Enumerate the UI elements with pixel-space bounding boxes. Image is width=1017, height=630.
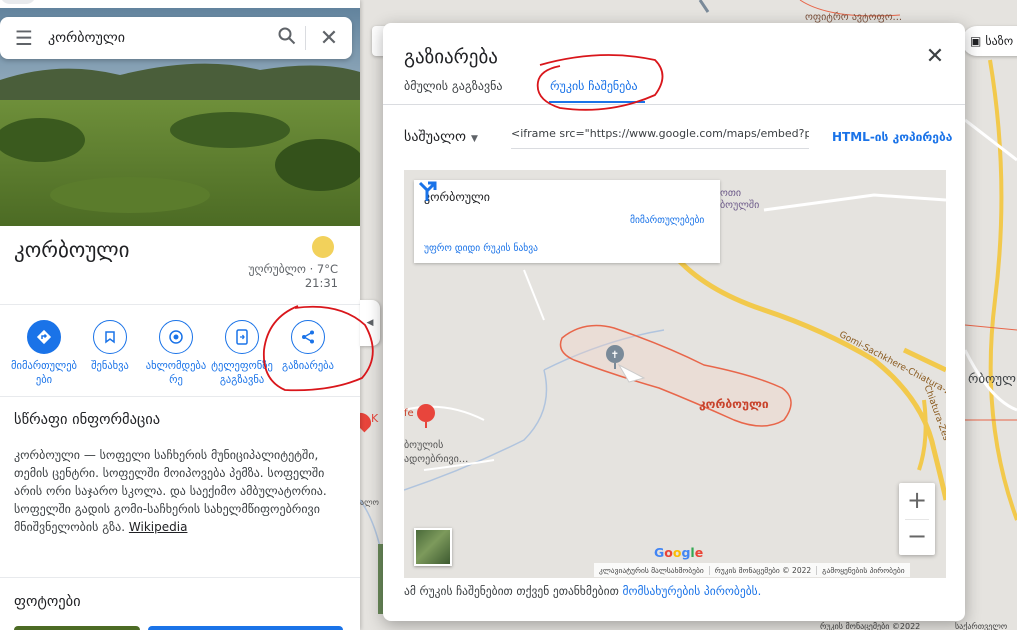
map-size-select[interactable]: საშუალო ▼ bbox=[404, 129, 478, 145]
zoom-in-button[interactable]: + bbox=[899, 483, 935, 519]
send-to-phone-icon bbox=[225, 320, 259, 354]
embed-terms-notice: ამ რუკის ჩაშენებით თქვენ ეთანხმებით მომს… bbox=[404, 584, 761, 598]
divider bbox=[0, 304, 360, 305]
dialog-close-icon[interactable]: ✕ bbox=[921, 43, 949, 71]
dialog-title: გაზიარება bbox=[404, 46, 498, 68]
map-attribution-bg: რუკის მონაცემები ©2022 bbox=[820, 622, 921, 630]
map-label-left: ალო bbox=[360, 498, 379, 507]
close-icon[interactable]: ✕ bbox=[306, 26, 352, 51]
share-label: გაზიარება bbox=[282, 360, 334, 372]
menu-icon[interactable]: ☰ bbox=[0, 26, 48, 50]
chip-label: საზო bbox=[985, 34, 1014, 48]
iframe-code-field[interactable]: <iframe src="https://www.google.com/maps… bbox=[511, 127, 809, 149]
place-description: კორბოული — სოფელი საჩხერის მუნიციპალიტეტ… bbox=[14, 446, 329, 536]
share-dialog: გაზიარება ✕ ბმულის გაგზავნა რუკის ჩაშენე… bbox=[383, 23, 965, 621]
map-area-label: კორბოული bbox=[699, 397, 769, 411]
search-icon[interactable] bbox=[269, 27, 305, 49]
tab-embed-map[interactable]: რუკის ჩაშენება bbox=[550, 79, 638, 93]
caret-down-icon: ▼ bbox=[471, 134, 478, 144]
poi-left-label: fe bbox=[404, 408, 414, 419]
size-select-value: საშუალო bbox=[404, 129, 467, 145]
map-label-top: ოფიტრო ავტოფო... bbox=[805, 12, 903, 23]
photo-strip[interactable] bbox=[14, 626, 140, 630]
weather-line: უღრუბლო · 7°C bbox=[248, 262, 338, 276]
copy-html-button[interactable]: HTML-ის კოპირება bbox=[832, 130, 952, 144]
village-label-left: ბოულის bbox=[404, 440, 444, 451]
nearby-button[interactable]: ახლომდებარე bbox=[142, 320, 210, 387]
save-button[interactable]: შენახვა bbox=[76, 320, 144, 373]
local-time: 21:31 bbox=[304, 276, 338, 290]
poi-letter-bg: K bbox=[371, 412, 379, 425]
village-label-top2: ბოულში bbox=[720, 200, 760, 211]
photos-title: ფოტოები bbox=[14, 594, 81, 610]
tab-send-link[interactable]: ბმულის გაგზავნა bbox=[404, 79, 502, 93]
map-label-right: რბოულ bbox=[968, 372, 1016, 387]
send-to-phone-label: ტელეფონზე გაგზავნა bbox=[211, 360, 273, 386]
collapse-panel-button[interactable]: ◀ bbox=[360, 300, 380, 346]
zoom-out-button[interactable]: − bbox=[899, 519, 935, 555]
divider bbox=[0, 396, 360, 397]
quick-facts-title: სწრაფი ინფორმაცია bbox=[14, 412, 161, 428]
active-tab-indicator bbox=[549, 101, 645, 103]
topbar-strip bbox=[0, 0, 360, 8]
search-box[interactable]: ☰ კორბოული ✕ bbox=[0, 17, 352, 59]
photo-strip[interactable] bbox=[148, 626, 343, 630]
nearby-label: ახლომდებარე bbox=[145, 360, 207, 386]
nearby-icon bbox=[159, 320, 193, 354]
save-label: შენახვა bbox=[91, 360, 129, 372]
top-pill[interactable] bbox=[0, 0, 36, 4]
keyboard-shortcuts-link[interactable]: კლავიატურის მალსახმობები bbox=[594, 565, 710, 575]
terms-link[interactable]: გამოყენების პირობები bbox=[817, 566, 909, 575]
svg-text:✝: ✝ bbox=[611, 350, 619, 361]
tabs-divider bbox=[383, 104, 965, 105]
zoom-controls: + − bbox=[899, 483, 935, 555]
bookmark-icon bbox=[93, 320, 127, 354]
village-label-left2: ადოებრივი... bbox=[404, 454, 469, 465]
directions-icon bbox=[27, 320, 61, 354]
place-title: კორბოული bbox=[14, 238, 130, 262]
map-attribution: კლავიატურის მალსახმობები რუკის მონაცემებ… bbox=[594, 563, 910, 577]
place-panel: ☰ კორბოული ✕ კორბოული უღრუბლო · 7°C 21:3… bbox=[0, 0, 360, 630]
map-attribution-bg-2: საქართველო bbox=[955, 622, 1008, 630]
satellite-toggle[interactable] bbox=[414, 528, 452, 566]
terms-notice-text: ამ რუკის ჩაშენებით თქვენ ეთანხმებით bbox=[404, 584, 623, 598]
share-icon bbox=[291, 320, 325, 354]
share-button[interactable]: გაზიარება bbox=[274, 320, 342, 373]
place-info-card: კორბოული მიმართულებები უფრო დიდი რუკის ნ… bbox=[414, 180, 720, 263]
sun-icon bbox=[312, 236, 334, 258]
terms-of-service-link[interactable]: მომსახურების პირობებს. bbox=[622, 584, 761, 598]
chip-icon: ▣ bbox=[970, 34, 982, 48]
wikipedia-link[interactable]: Wikipedia bbox=[129, 520, 188, 534]
map-chip-right[interactable]: ▣ საზო bbox=[962, 26, 1017, 56]
directions-button[interactable]: მიმართულებები bbox=[10, 320, 78, 387]
directions-arrow-icon[interactable] bbox=[414, 180, 438, 202]
divider bbox=[0, 577, 360, 578]
weather-info: უღრუბლო · 7°C 21:31 bbox=[248, 262, 338, 290]
google-logo: Google bbox=[654, 545, 704, 560]
directions-label: მიმართულებები bbox=[11, 360, 77, 386]
info-card-directions-link[interactable]: მიმართულებები bbox=[630, 215, 704, 226]
village-label-top: ოთი bbox=[720, 188, 742, 199]
map-data-text: რუკის მონაცემები © 2022 bbox=[710, 565, 818, 575]
view-larger-map-link[interactable]: უფრო დიდი რუკის ნახვა bbox=[424, 243, 538, 254]
embed-map-preview[interactable]: ✝ კორბოული Gomi-Sachkhere-Chiatura-Zesta… bbox=[404, 170, 946, 578]
send-to-phone-button[interactable]: ტელეფონზე გაგზავნა bbox=[208, 320, 276, 387]
search-input[interactable]: კორბოული bbox=[48, 30, 269, 46]
